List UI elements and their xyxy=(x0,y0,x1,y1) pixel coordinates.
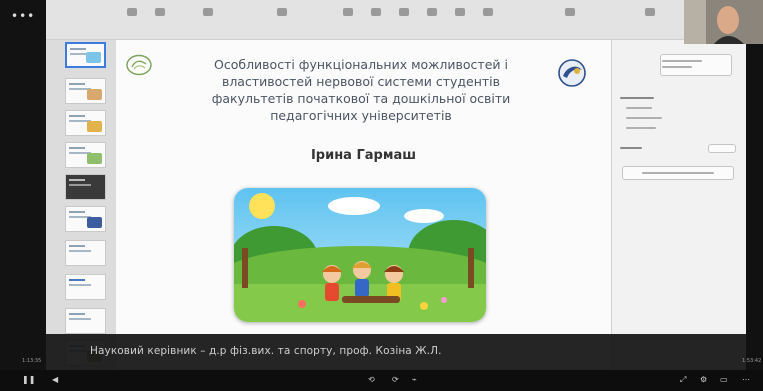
toolbar xyxy=(46,0,746,40)
current-slide[interactable]: Особливості функціональних можливостей і… xyxy=(116,40,611,370)
shape-toolbar-item[interactable] xyxy=(418,8,446,20)
slide-title-line: Особливості функціональних можливостей і xyxy=(214,57,508,72)
add-slide-icon xyxy=(203,8,213,16)
slide-title-line: властивостей нервової системи студентів xyxy=(221,74,501,89)
slide-navigator xyxy=(46,40,116,370)
collaborate-icon xyxy=(565,8,575,16)
screen: ••• Особливості функціональних можливост… xyxy=(0,0,763,391)
comment-toolbar-item[interactable] xyxy=(474,8,502,20)
call-right-strip xyxy=(746,44,763,370)
remaining-time: 1:53:42 xyxy=(742,358,762,364)
pip-icon[interactable]: ▭ xyxy=(720,375,728,384)
slide-author: Ірина Гармаш xyxy=(310,148,417,163)
layout-selector[interactable] xyxy=(660,54,732,76)
chart-icon xyxy=(371,8,381,16)
slide-thumbnail[interactable] xyxy=(65,78,106,104)
format-inspector xyxy=(611,40,746,370)
slide-thumbnail[interactable] xyxy=(65,42,106,68)
presenter-icon xyxy=(684,0,763,44)
add-slide-toolbar-item[interactable] xyxy=(194,8,222,20)
slide-title-line: педагогічних університетів xyxy=(270,108,452,123)
player-controls: 1:13:35 ❚❚ ◀ ⟲ ⟳ ⌁ 1:53:42 ⤢ ⚙ ▭ ⋯ xyxy=(0,358,763,391)
elapsed-time: 1:13:35 xyxy=(22,358,42,364)
media-toolbar-item[interactable] xyxy=(446,8,474,20)
speed-icon[interactable]: ⌁ xyxy=(412,375,417,384)
previous-icon[interactable]: ⟲ xyxy=(368,375,375,384)
slide-thumbnail[interactable] xyxy=(65,174,106,200)
slide-thumbnail[interactable] xyxy=(65,274,106,300)
university-logo-icon xyxy=(126,54,152,76)
slide-thumbnail[interactable] xyxy=(65,308,106,334)
pause-icon[interactable]: ❚❚ xyxy=(22,375,35,384)
shape-icon xyxy=(427,8,437,16)
view-toolbar-item[interactable] xyxy=(118,8,146,20)
next-icon[interactable]: ⟳ xyxy=(392,375,399,384)
emblem-logo-icon xyxy=(558,59,586,87)
caption-text: Науковий керівник – д.р фіз.вих. та спор… xyxy=(90,345,442,357)
comment-icon xyxy=(483,8,493,16)
call-left-strip: ••• xyxy=(0,0,46,391)
media-icon xyxy=(455,8,465,16)
slide-thumbnail[interactable] xyxy=(65,206,106,232)
play-toolbar-item[interactable] xyxy=(268,8,296,20)
format-toolbar-item[interactable] xyxy=(636,8,664,20)
more-icon[interactable]: ••• xyxy=(11,9,35,23)
slide-thumbnail[interactable] xyxy=(65,240,106,266)
background-fill-selector[interactable] xyxy=(708,144,736,153)
settings-icon[interactable]: ⚙ xyxy=(700,375,707,384)
slide-title: Особливості функціональних можливостей і… xyxy=(156,56,566,124)
presenter-video xyxy=(684,0,763,44)
view-icon xyxy=(127,8,137,16)
keynote-window: Особливості функціональних можливостей і… xyxy=(46,0,746,370)
slide-title-line: факультетів початкової та дошкільної осв… xyxy=(211,91,511,106)
zoom-icon xyxy=(155,8,165,16)
children-playing-illustration-icon xyxy=(234,188,486,322)
fullscreen-icon[interactable]: ⤢ xyxy=(680,375,686,385)
text-icon xyxy=(399,8,409,16)
slide-thumbnail[interactable] xyxy=(65,110,106,136)
zoom-toolbar-item[interactable] xyxy=(146,8,174,20)
chart-toolbar-item[interactable] xyxy=(362,8,390,20)
text-toolbar-item[interactable] xyxy=(390,8,418,20)
volume-icon[interactable]: ◀ xyxy=(52,375,58,384)
collaborate-toolbar-item[interactable] xyxy=(556,8,584,20)
format-icon xyxy=(645,8,655,16)
play-icon xyxy=(277,8,287,16)
slide-thumbnail[interactable] xyxy=(65,142,106,168)
more-options-icon[interactable]: ⋯ xyxy=(742,375,750,384)
table-icon xyxy=(343,8,353,16)
table-toolbar-item[interactable] xyxy=(334,8,362,20)
